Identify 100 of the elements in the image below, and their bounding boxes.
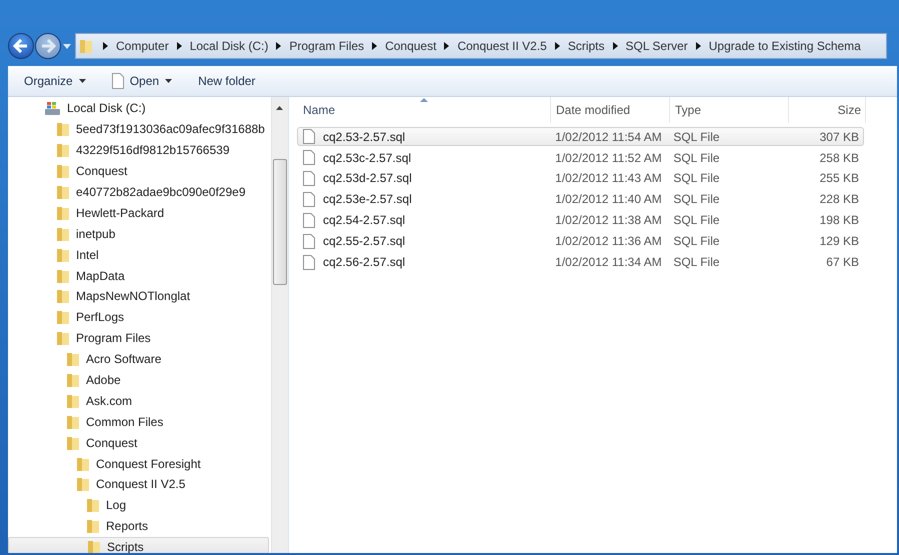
tree-item[interactable]: Conquest Foresight xyxy=(8,453,269,474)
tree-item[interactable]: e40772b82adae9bc090e0f29e9 xyxy=(8,182,269,202)
chevron-icon[interactable] xyxy=(372,42,378,50)
type-cell-text: SQL File xyxy=(672,150,721,165)
size-cell-text: 228 KB xyxy=(818,192,860,206)
column-header[interactable]: Type xyxy=(670,97,789,123)
column-header[interactable]: Size xyxy=(789,97,866,123)
file-row[interactable]: cq2.53e-2.57.sql 1/02/2012 11:40 AM SQL File 228 KB xyxy=(297,190,864,210)
folder-icon xyxy=(76,476,90,492)
folder-icon xyxy=(56,288,70,304)
tree-item[interactable]: MapData xyxy=(8,265,269,286)
size-cell-text: 307 KB xyxy=(818,130,860,144)
breadcrumb-item[interactable]: Conquest xyxy=(385,39,436,53)
size-cell-text: 258 KB xyxy=(818,150,860,165)
file-row[interactable]: cq2.55-2.57.sql 1/02/2012 11:36 AM SQL File 129 KB xyxy=(297,231,864,251)
toolbar-button[interactable]: Organize xyxy=(16,71,94,91)
file-row[interactable]: cq2.53d-2.57.sql 1/02/2012 11:43 AM SQL File 255 KB xyxy=(297,168,864,188)
tree-item[interactable]: Common Files xyxy=(8,411,269,432)
folder-icon xyxy=(56,226,70,242)
file-row[interactable]: cq2.56-2.57.sql 1/02/2012 11:34 AM SQL File 67 KB xyxy=(297,252,864,272)
chevron-icon[interactable] xyxy=(554,42,560,50)
tree-item[interactable]: Log xyxy=(8,494,269,516)
tree-item[interactable]: MapsNewNOTlonglat xyxy=(8,286,269,307)
document-icon xyxy=(303,212,315,228)
date-cell-text: 1/02/2012 11:52 AM xyxy=(554,150,663,165)
breadcrumb-item[interactable]: Scripts xyxy=(568,39,605,53)
folder-icon xyxy=(87,539,101,553)
tree-item[interactable]: Reports xyxy=(8,516,269,537)
file-row[interactable]: cq2.53-2.57.sql 1/02/2012 11:54 AM SQL File 307 KB xyxy=(297,127,864,146)
folder-icon xyxy=(56,330,70,346)
breadcrumb-item[interactable]: Computer xyxy=(116,39,169,53)
chevron-icon[interactable] xyxy=(103,42,108,50)
tree-item[interactable]: Conquest II V2.5 xyxy=(8,474,269,495)
chevron-icon[interactable] xyxy=(612,42,618,50)
dropdown-arrow-icon[interactable] xyxy=(63,44,71,48)
scroll-up-icon[interactable] xyxy=(276,106,283,110)
folder-icon xyxy=(86,497,100,514)
folder-icon xyxy=(66,372,80,388)
address-bar[interactable]: Computer Local Disk (C:) Program Files Conquest Conquest II V2.5 Scripts SQL Server Upgrade to Existing Schema xyxy=(75,33,887,59)
document-icon xyxy=(303,234,315,249)
tree-item[interactable]: 5eed73f1913036ac09afec9f31688b xyxy=(8,118,269,140)
tree-item[interactable]: Conquest xyxy=(8,432,269,454)
file-name: cq2.53c-2.57.sql xyxy=(323,150,412,165)
size-cell-text: 255 KB xyxy=(818,171,860,186)
folder-icon xyxy=(56,142,70,158)
chevron-icon[interactable] xyxy=(276,42,282,50)
chevron-icon[interactable] xyxy=(444,42,450,50)
folder-icon xyxy=(56,268,70,284)
file-name: cq2.54-2.57.sql xyxy=(323,213,406,228)
type-cell-text: SQL File xyxy=(672,192,721,206)
tree-item[interactable]: Adobe xyxy=(8,370,269,390)
file-row[interactable]: cq2.54-2.57.sql 1/02/2012 11:38 AM SQL File 198 KB xyxy=(297,210,864,230)
folder-icon xyxy=(86,518,100,534)
tree-item[interactable]: Hewlett-Packard xyxy=(8,202,269,224)
scroll-thumb[interactable] xyxy=(273,159,287,285)
tree-item[interactable]: inetpub xyxy=(8,223,269,244)
tree-item[interactable]: Local Disk (C:) xyxy=(8,98,269,119)
folder-icon xyxy=(66,434,80,451)
file-name: cq2.53-2.57.sql xyxy=(323,130,406,144)
scrollbar[interactable] xyxy=(271,97,288,553)
toolbar-button[interactable]: New folder xyxy=(190,71,264,91)
type-cell-text: SQL File xyxy=(672,130,721,144)
breadcrumb-item[interactable]: Upgrade to Existing Schema xyxy=(708,39,861,53)
date-cell-text: 1/02/2012 11:40 AM xyxy=(554,192,663,206)
file-row[interactable]: cq2.53c-2.57.sql 1/02/2012 11:52 AM SQL File 258 KB xyxy=(297,148,864,168)
type-cell-text: SQL File xyxy=(672,234,721,248)
tree-item[interactable]: Ask.com xyxy=(8,390,269,412)
breadcrumb-item[interactable]: Local Disk (C:) xyxy=(190,39,268,53)
file-name: cq2.55-2.57.sql xyxy=(323,234,406,248)
tree-item[interactable]: Program Files xyxy=(8,328,269,349)
folder-icon xyxy=(56,204,70,221)
document-icon xyxy=(303,129,315,144)
back-arrow-icon xyxy=(13,39,29,53)
forward-button[interactable] xyxy=(35,33,61,59)
sort-arrow-icon xyxy=(420,98,428,102)
folder-icon xyxy=(56,163,70,180)
tree-item[interactable]: 43229f516df9812b15766539 xyxy=(8,140,269,161)
tree-item[interactable]: Conquest xyxy=(8,160,269,182)
folder-icon xyxy=(56,309,70,326)
tree-item[interactable]: Intel xyxy=(8,244,269,266)
folder-icon xyxy=(66,392,80,409)
breadcrumb-item[interactable]: SQL Server xyxy=(626,39,688,53)
size-cell-text: 129 KB xyxy=(818,234,860,248)
back-button[interactable] xyxy=(8,33,34,59)
column-header[interactable]: Name xyxy=(297,97,551,123)
file-name: cq2.56-2.57.sql xyxy=(323,255,406,270)
folder-icon xyxy=(56,246,70,263)
folder-icon xyxy=(56,184,70,200)
column-header[interactable]: Date modified xyxy=(551,97,670,123)
folder-icon xyxy=(66,351,80,368)
tree-item[interactable]: Acro Software xyxy=(8,348,269,370)
breadcrumb-item[interactable]: Program Files xyxy=(289,39,364,53)
toolbar-button[interactable]: Open xyxy=(104,70,180,92)
document-icon xyxy=(303,192,315,207)
chevron-icon[interactable] xyxy=(696,42,701,50)
file-name: cq2.53e-2.57.sql xyxy=(323,192,412,206)
tree-item[interactable]: PerfLogs xyxy=(8,306,269,328)
type-cell-text: SQL File xyxy=(672,171,721,186)
breadcrumb-item[interactable]: Conquest II V2.5 xyxy=(457,39,547,53)
chevron-icon[interactable] xyxy=(176,42,182,50)
